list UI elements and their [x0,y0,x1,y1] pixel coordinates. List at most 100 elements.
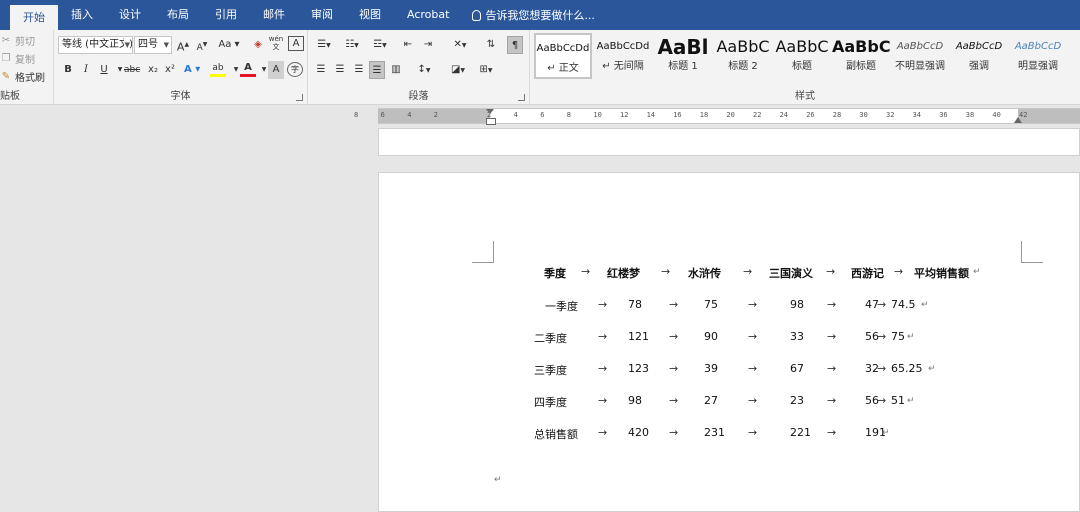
char-shading-button[interactable]: A [268,61,284,79]
ruler-tick: 10 [593,111,602,119]
style-subtitle[interactable]: AaBbC 副标题 [832,33,890,79]
table-header-cell: 水浒传 [688,267,721,280]
grow-font-button[interactable]: A▲ [175,36,191,54]
borders-icon: ⊞ [479,64,488,75]
format-painter-button[interactable]: ✎ 格式刷 [0,69,45,85]
style-sample: AaBbC [775,37,829,56]
page-1-bottom [378,128,1080,156]
font-size-select[interactable]: 四号 ▼ [134,36,172,54]
increase-indent-icon: ⇥ [423,39,433,50]
right-indent-marker-icon[interactable] [1014,117,1022,123]
align-left-button[interactable]: ☰ [313,61,329,79]
justify-button[interactable]: ☰ [369,61,385,79]
indent-marker-icon[interactable] [486,109,496,125]
tab-arrow-icon: → [598,426,608,439]
style-name: 标题 2 [728,61,758,72]
ruler-tick: 22 [753,111,762,119]
table-cell: 231 [704,426,725,439]
asian-layout-button[interactable]: ✕▼ [448,36,472,54]
change-case-button[interactable]: Aa ▾ [216,36,242,54]
style-intense-emphasis[interactable]: AaBbCcD 明显强调 [1009,33,1067,79]
increase-indent-button[interactable]: ⇥ [420,36,436,54]
style-no-spacing[interactable]: AaBbCcDd ↵ 无间隔 [594,33,652,79]
strikethrough-button[interactable]: abc [124,61,140,79]
text-effects-button[interactable]: A ▾ [184,61,200,79]
bold-button[interactable]: B [60,61,76,79]
table-header-cell: 季度 [544,267,566,280]
ruler-tick: 28 [832,111,842,119]
line-spacing-button[interactable]: ↕▼ [412,61,436,79]
table-cell: 221 [790,426,811,439]
ribbon-tab-bar: 开始 插入 设计 布局 引用 邮件 审阅 视图 Acrobat 告诉我您想要做什… [0,0,1080,30]
chevron-down-icon: ▼ [163,41,169,49]
ruler-tick: 34 [912,111,922,119]
bullets-button[interactable]: ☰▼ [313,36,335,54]
tab-references[interactable]: 引用 [202,0,250,30]
phonetic-guide-button[interactable]: wén 文 [268,35,284,53]
tab-mailings[interactable]: 邮件 [250,0,298,30]
table-header-cell: 三国演义 [769,267,813,280]
subscript-button[interactable]: x₂ [145,61,161,79]
sort-button[interactable]: ⇅ [483,36,499,54]
copy-button[interactable]: ❐ 复制 [0,51,35,67]
ruler-tick: 12 [620,111,629,119]
highlight-button[interactable]: ab [210,61,226,77]
font-group: 等线 (中文正文) ▼ 四号 ▼ A▲ A▼ Aa ▾ ◈ wén 文 A B I… [54,30,308,105]
style-subtle-emphasis[interactable]: AaBbCcD 不明显强调 [891,33,949,79]
font-color-button[interactable]: A [240,61,256,77]
table-cell: 98 [790,298,804,311]
tab-layout[interactable]: 布局 [154,0,202,30]
distributed-button[interactable]: ▥ [388,61,404,79]
borders-button[interactable]: ⊞▼ [474,61,498,79]
multilevel-list-icon: ☲ [373,39,383,50]
enclose-char-button[interactable]: 字 [287,62,303,77]
shrink-font-button[interactable]: A▼ [194,36,210,54]
tab-view[interactable]: 视图 [346,0,394,30]
table-header-cell: 平均销售额 [914,267,969,280]
align-center-button[interactable]: ☰ [332,61,348,79]
style-title[interactable]: AaBbC 标题 [773,33,831,79]
style-heading-1[interactable]: AaBl 标题 1 [654,33,712,79]
numbering-button[interactable]: ☷▼ [341,36,363,54]
italic-button[interactable]: I [78,61,94,79]
show-marks-button[interactable]: ¶ [507,36,523,54]
table-header-cell: 西游记 [851,267,884,280]
font-dialog-launcher-icon[interactable] [296,94,303,101]
tab-home[interactable]: 开始 [10,5,58,30]
horizontal-ruler[interactable]: 8 6 4 2 2 4 6 8 10 12 14 16 18 20 22 24 26 28 30 32 34 36 38 40… [354,108,1080,125]
paragraph-mark: ↵ [928,364,936,374]
style-heading-2[interactable]: AaBbC 标题 2 [714,33,772,79]
tab-review[interactable]: 审阅 [298,0,346,30]
tab-insert[interactable]: 插入 [58,0,106,30]
font-family-select[interactable]: 等线 (中文正文) ▼ [58,36,133,54]
char-border-button[interactable]: A [288,36,304,51]
superscript-button[interactable]: x² [162,61,178,79]
font-family-value: 等线 (中文正文) [62,39,133,50]
style-normal[interactable]: AaBbCcDd ↵ 正文 [534,33,592,79]
underline-button[interactable]: U [96,61,112,79]
align-right-button[interactable]: ☰ [351,61,367,79]
multilevel-list-button[interactable]: ☲▼ [369,36,391,54]
decrease-indent-button[interactable]: ⇤ [400,36,416,54]
shading-button[interactable]: ◪▼ [446,61,470,79]
tab-arrow-icon: → [827,426,837,439]
style-name: 明显强调 [1018,61,1058,72]
tab-design[interactable]: 设计 [106,0,154,30]
style-emphasis[interactable]: AaBbCcD 强调 [950,33,1008,79]
tab-acrobat[interactable]: Acrobat [394,0,462,30]
paragraph-mark: ↵ [907,332,915,342]
ruler-tick: 26 [806,111,815,119]
style-name: ↵ 正文 [547,63,579,74]
style-name: 不明显强调 [895,61,945,72]
clear-format-button[interactable]: ◈ [250,36,266,54]
ruler-tick: 32 [886,111,895,119]
cut-button[interactable]: ✂ 剪切 [0,33,35,49]
justify-icon: ☰ [372,65,382,76]
style-name: 标题 [792,61,812,72]
page-2[interactable]: 季度 → 红楼梦 → 水浒传 → 三国演义 → 西游记 → 平均销售额 ↵ 一季度 → 78 → 75 → 98 → 4… [378,172,1080,512]
tab-arrow-icon: → [877,330,887,343]
style-name: 副标题 [846,61,876,72]
paragraph-dialog-launcher-icon[interactable] [518,94,525,101]
tell-me-box[interactable]: 告诉我您想要做什么... [462,0,595,30]
decrease-indent-icon: ⇤ [403,39,413,50]
